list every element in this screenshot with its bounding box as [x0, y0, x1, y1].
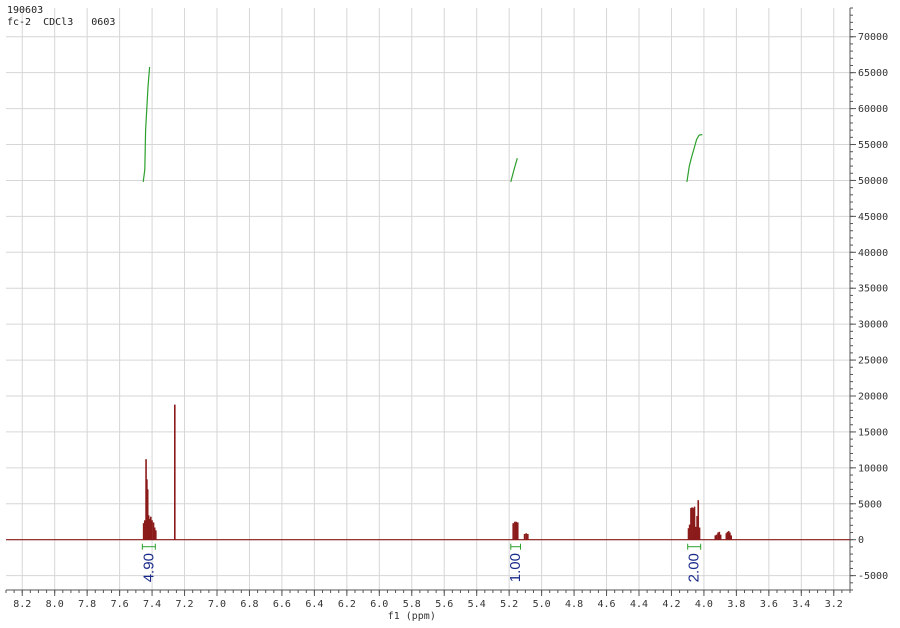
x-tick-label: 5.6	[435, 599, 453, 610]
x-tick-label: 4.8	[565, 599, 583, 610]
x-tick-label: 4.0	[695, 599, 713, 610]
y-tick-label: 50000	[858, 176, 888, 187]
spectrum-svg: 8.2 8.0 7.8 7.6 7.4 7.2 7.0 6.8 6.6 6.4 6.2 6.0 5.8 5…	[5, 7, 888, 622]
nmr-chart: 8.2 8.0 7.8 7.6 7.4 7.2 7.0 6.8 6.6 6.4 6.2 6.0 5.8 5…	[0, 0, 900, 628]
x-tick-label: 6.4	[305, 599, 323, 610]
x-tick-label: 7.0	[208, 599, 226, 610]
y-tick-label: 70000	[858, 32, 888, 43]
integral-curve	[686, 133, 703, 182]
x-tick-label: 4.2	[662, 599, 680, 610]
y-tick-label: 45000	[858, 212, 888, 223]
x-tick-label: 3.6	[760, 599, 778, 610]
y-tick-label: 10000	[858, 463, 888, 474]
x-tick-label: 6.8	[240, 599, 258, 610]
y-tick-label: 15000	[858, 427, 888, 438]
y-tick-label: 65000	[858, 68, 888, 79]
x-tick-label: 6.0	[370, 599, 388, 610]
x-tick-label: 7.8	[78, 599, 96, 610]
x-tick-label: 5.8	[403, 599, 421, 610]
integral-curve	[510, 158, 518, 183]
y-tick-label: -5000	[858, 571, 888, 582]
x-tick-label: 5.0	[533, 599, 551, 610]
x-tick-label: 4.4	[630, 599, 648, 610]
sample-info-label: fc-2 CDCl3 0603	[7, 17, 116, 28]
y-tick-label: 60000	[858, 104, 888, 115]
x-tick-label: 6.2	[338, 599, 356, 610]
y-tick-label: 20000	[858, 392, 888, 403]
y-tick-label: 40000	[858, 248, 888, 259]
integral-value-label: 2.00	[686, 553, 703, 582]
x-tick-label: 4.6	[598, 599, 616, 610]
y-tick-label: 30000	[858, 320, 888, 331]
integral-curve	[142, 66, 151, 182]
sample-id-label: 190603	[7, 5, 44, 16]
y-tick-label: 55000	[858, 140, 888, 151]
y-tick-label: 35000	[858, 284, 888, 295]
x-tick-label: 7.4	[143, 599, 161, 610]
y-tick-label: 25000	[858, 356, 888, 367]
x-tick-label: 7.2	[176, 599, 194, 610]
x-tick-label: 5.4	[468, 599, 486, 610]
integral-value-label: 1.00	[507, 553, 524, 582]
x-axis-title: f1 (ppm)	[388, 611, 436, 622]
x-tick-label: 6.6	[273, 599, 291, 610]
y-tick-label: 5000	[858, 499, 882, 510]
integral-value-label: 4.90	[140, 553, 157, 582]
x-tick-label: 3.4	[792, 599, 810, 610]
x-tick-label: 8.2	[13, 599, 31, 610]
nmr-spectrum-page: 190603 fc-2 CDCl3 0603 8.2 8.0 7.8 7.6 7.4 7.…	[0, 0, 900, 628]
x-tick-label: 5.2	[500, 599, 518, 610]
x-tick-label: 3.2	[825, 599, 843, 610]
x-tick-label: 3.8	[727, 599, 745, 610]
y-tick-label: 0	[858, 535, 864, 546]
x-tick-label: 7.6	[111, 599, 129, 610]
x-tick-label: 8.0	[46, 599, 64, 610]
